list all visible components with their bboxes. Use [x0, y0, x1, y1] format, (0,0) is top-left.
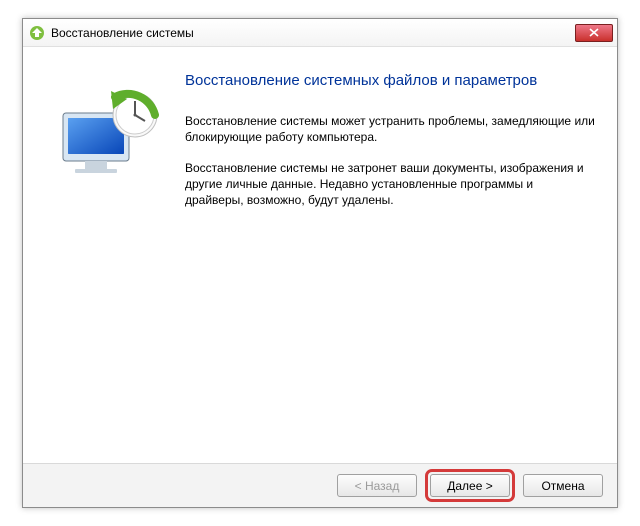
close-button[interactable] — [575, 24, 613, 42]
content-area: Восстановление системных файлов и параме… — [23, 47, 617, 463]
titlebar: Восстановление системы — [23, 19, 617, 47]
back-button: < Назад — [337, 474, 417, 497]
main-text: Восстановление системных файлов и параме… — [185, 63, 595, 463]
illustration-panel — [35, 63, 185, 463]
system-restore-window: Восстановление системы — [22, 18, 618, 508]
description-paragraph-2: Восстановление системы не затронет ваши … — [185, 160, 595, 209]
page-heading: Восстановление системных файлов и параме… — [185, 71, 595, 91]
window-title: Восстановление системы — [51, 26, 575, 40]
button-bar: < Назад Далее > Отмена — [23, 463, 617, 507]
next-button[interactable]: Далее > — [430, 474, 510, 497]
description-paragraph-1: Восстановление системы может устранить п… — [185, 113, 595, 145]
system-restore-icon — [29, 25, 45, 41]
highlight-ring: Далее > — [425, 469, 515, 502]
computer-clock-icon — [55, 85, 165, 185]
cancel-button[interactable]: Отмена — [523, 474, 603, 497]
